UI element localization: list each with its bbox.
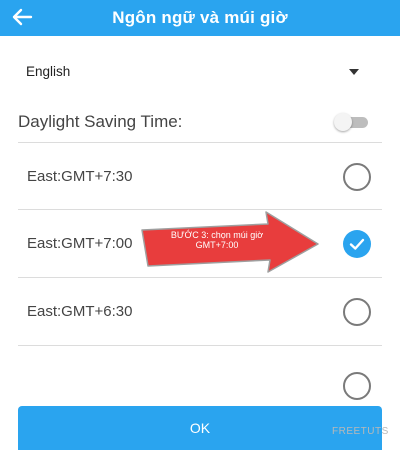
watermark: FREETUTS (332, 426, 389, 437)
radio-button-checked[interactable] (343, 230, 371, 258)
radio-button[interactable] (343, 298, 371, 326)
language-value: English (26, 64, 71, 79)
callout-text: BƯỚC 3: chọn múi giờ GMT+7:00 (162, 230, 272, 250)
timezone-label: East:GMT+7:00 (27, 235, 133, 252)
timezone-row[interactable]: East:GMT+7:30 (0, 143, 400, 209)
radio-button[interactable] (343, 372, 371, 400)
ok-button-label: OK (189, 420, 211, 436)
timezone-label: East:GMT+7:30 (27, 168, 133, 185)
dst-label: Daylight Saving Time: (18, 112, 183, 131)
check-icon (349, 238, 365, 250)
radio-button[interactable] (343, 163, 371, 191)
timezone-row[interactable]: East:GMT+6:30 (0, 278, 400, 344)
language-select[interactable]: English (0, 54, 400, 90)
app-header: Ngôn ngữ và múi giờ (0, 0, 400, 36)
callout-line-2: GMT+7:00 (195, 240, 239, 250)
ok-button[interactable]: OK (18, 406, 382, 450)
caret-down-icon (349, 69, 359, 75)
toggle-knob (334, 113, 352, 131)
timezone-label: East:GMT+6:30 (27, 303, 133, 320)
page-title: Ngôn ngữ và múi giờ (112, 8, 288, 27)
callout-line-1: BƯỚC 3: chọn múi giờ (170, 230, 264, 240)
divider (18, 345, 382, 346)
dst-toggle[interactable] (334, 113, 370, 131)
